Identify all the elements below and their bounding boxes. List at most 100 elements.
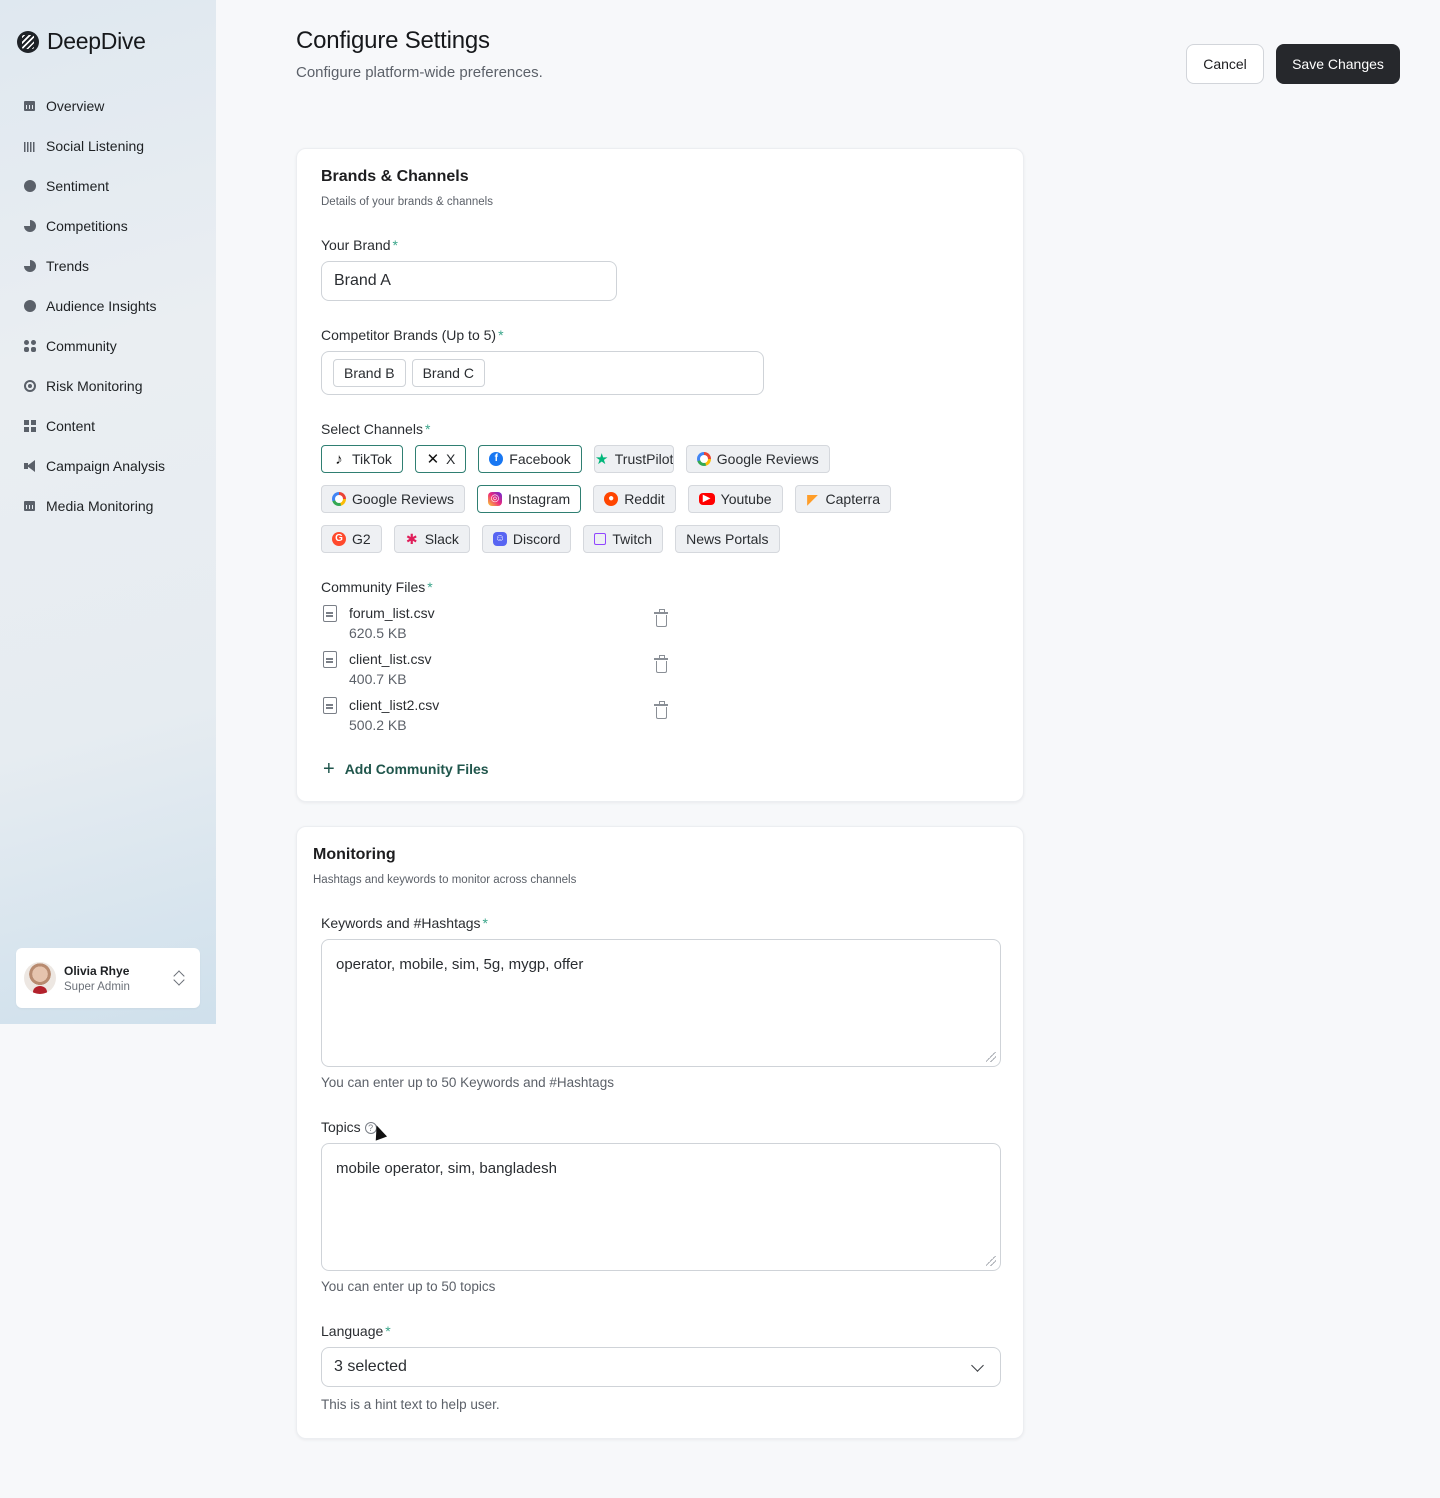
channel-chip-trustpilot[interactable]: ★ TrustPilot: [593, 445, 674, 473]
channel-chip-g2[interactable]: G G2: [321, 525, 382, 553]
competitor-tag[interactable]: Brand B: [333, 359, 406, 387]
language-label: Language *: [321, 1323, 391, 1339]
app-logo[interactable]: DeepDive: [17, 28, 146, 55]
file-size: 500.2 KB: [349, 717, 407, 733]
label-text: Language: [321, 1323, 384, 1339]
sidebar-item-competitions[interactable]: Competitions: [0, 206, 216, 246]
channel-row: G G2 ✱ Slack ☺ Discord Twitch News Porta…: [321, 525, 1001, 553]
required-marker: *: [385, 1323, 391, 1339]
file-name: forum_list.csv: [349, 605, 435, 621]
sidebar-item-overview[interactable]: Overview: [0, 86, 216, 126]
textarea-value: mobile operator, sim, bangladesh: [336, 1160, 557, 1177]
channel-row: ♪ TikTok ✕ X f Facebook ★ TrustPilot Goo…: [321, 445, 1001, 473]
file-icon: [323, 605, 337, 622]
sidebar-item-label: Campaign Analysis: [46, 458, 166, 474]
textarea-value: operator, mobile, sim, 5g, mygp, offer: [336, 956, 584, 973]
sidebar-item-community[interactable]: Community: [0, 326, 216, 366]
keywords-hint: You can enter up to 50 Keywords and #Has…: [321, 1075, 614, 1090]
chevron-down-icon: [971, 1359, 984, 1372]
user-info: Olivia Rhye Super Admin: [64, 964, 164, 993]
chip-label: Reddit: [624, 491, 665, 507]
channel-chip-twitch[interactable]: Twitch: [583, 525, 664, 553]
chip-label: X: [445, 451, 456, 467]
sidebar-item-media-monitoring[interactable]: Media Monitoring: [0, 486, 216, 526]
chip-label: Twitch: [612, 531, 653, 547]
channel-chip-news-portals[interactable]: News Portals: [675, 525, 780, 553]
channel-chip-capterra[interactable]: ◤ Capterra: [794, 485, 891, 513]
channel-chip-google-reviews-2[interactable]: Google Reviews: [321, 485, 465, 513]
facebook-icon: f: [489, 452, 504, 466]
resize-handle-icon[interactable]: [986, 1256, 996, 1266]
add-files-label: Add Community Files: [344, 761, 489, 777]
avatar: [24, 962, 56, 994]
card-title: Brands & Channels: [321, 168, 469, 185]
trustpilot-icon: ★: [595, 450, 609, 468]
your-brand-input[interactable]: Brand A: [321, 261, 617, 301]
instagram-icon: ◎: [487, 492, 502, 506]
language-hint: This is a hint text to help user.: [321, 1397, 500, 1412]
sidebar-item-label: Competitions: [46, 218, 128, 234]
competitor-tag[interactable]: Brand C: [411, 359, 485, 387]
channel-chip-facebook[interactable]: f Facebook: [478, 445, 582, 473]
sidebar-nav: Overview Social Listening Sentiment Comp…: [0, 86, 216, 526]
topics-textarea[interactable]: mobile operator, sim, bangladesh: [321, 1143, 1001, 1271]
competitor-brands-label: Competitor Brands (Up to 5) *: [321, 327, 504, 343]
sidebar-item-risk-monitoring[interactable]: Risk Monitoring: [0, 366, 216, 406]
required-marker: *: [427, 579, 433, 595]
sidebar: DeepDive Overview Social Listening Senti…: [0, 0, 216, 1024]
delete-file-icon[interactable]: [654, 655, 668, 673]
save-changes-button[interactable]: Save Changes: [1276, 44, 1400, 84]
select-channels-label: Select Channels *: [321, 421, 430, 437]
channel-chip-youtube[interactable]: ▶ Youtube: [687, 485, 783, 513]
youtube-icon: ▶: [698, 493, 715, 505]
competitor-brands-input[interactable]: Brand B Brand C: [321, 351, 764, 395]
channel-chip-reddit[interactable]: ● Reddit: [593, 485, 676, 513]
file-size: 620.5 KB: [349, 625, 407, 641]
sidebar-item-campaign-analysis[interactable]: Campaign Analysis: [0, 446, 216, 486]
delete-file-icon[interactable]: [654, 701, 668, 719]
user-name: Olivia Rhye: [64, 963, 130, 978]
sidebar-item-label: Overview: [46, 98, 105, 114]
channel-chip-google-reviews[interactable]: Google Reviews: [685, 445, 830, 473]
sidebar-item-social-listening[interactable]: Social Listening: [0, 126, 216, 166]
channel-chip-tiktok[interactable]: ♪ TikTok: [321, 445, 403, 473]
pie-chart-icon: [24, 220, 36, 232]
chip-label: Instagram: [507, 491, 571, 507]
chip-label: News Portals: [686, 531, 769, 547]
required-marker: *: [482, 915, 488, 931]
user-role: Super Admin: [64, 980, 130, 993]
sidebar-item-trends[interactable]: Trends: [0, 246, 216, 286]
megaphone-icon: [24, 460, 36, 472]
input-value: Brand A: [334, 272, 391, 289]
sidebar-item-label: Content: [46, 418, 96, 434]
page-title: Configure Settings: [296, 27, 490, 54]
file-item: client_list.csv 400.7 KB: [321, 651, 673, 691]
google-icon: [332, 492, 346, 506]
radar-icon: [24, 380, 36, 392]
file-item: forum_list.csv 620.5 KB: [321, 605, 673, 645]
chevron-up-down-icon[interactable]: [172, 969, 186, 987]
sidebar-item-audience-insights[interactable]: Audience Insights: [0, 286, 216, 326]
delete-file-icon[interactable]: [654, 609, 668, 627]
channel-chip-x[interactable]: ✕ X: [414, 445, 467, 473]
brands-channels-card: Brands & Channels Details of your brands…: [296, 148, 1024, 802]
add-community-files-button[interactable]: + Add Community Files: [323, 759, 489, 779]
sidebar-item-sentiment[interactable]: Sentiment: [0, 166, 216, 206]
plus-icon: +: [323, 758, 335, 780]
chip-label: Slack: [424, 531, 459, 547]
file-icon: [323, 697, 337, 714]
label-text: Your Brand: [321, 237, 391, 253]
channel-chip-discord[interactable]: ☺ Discord: [481, 525, 572, 553]
deepdive-logo-icon: [17, 30, 39, 53]
community-files-label: Community Files *: [321, 579, 433, 595]
language-select[interactable]: 3 selected: [321, 1347, 1001, 1387]
sidebar-item-content[interactable]: Content: [0, 406, 216, 446]
x-icon: ✕: [426, 450, 440, 468]
user-account-switcher[interactable]: Olivia Rhye Super Admin: [16, 948, 200, 1008]
resize-handle-icon[interactable]: [986, 1052, 996, 1062]
chip-label: Google Reviews: [716, 451, 819, 467]
channel-chip-slack[interactable]: ✱ Slack: [393, 525, 470, 553]
cancel-button[interactable]: Cancel: [1186, 44, 1264, 84]
keywords-textarea[interactable]: operator, mobile, sim, 5g, mygp, offer: [321, 939, 1001, 1067]
channel-chip-instagram[interactable]: ◎ Instagram: [476, 485, 582, 513]
